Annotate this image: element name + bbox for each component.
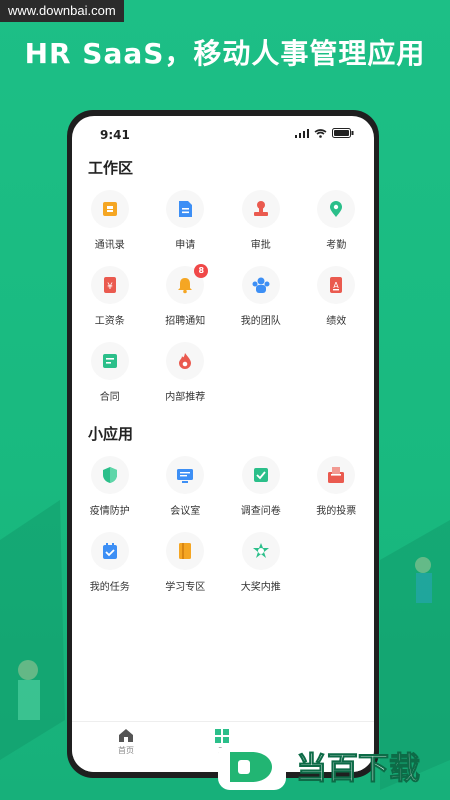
referral-label: 内部推荐 bbox=[165, 392, 206, 403]
vote-icon bbox=[328, 467, 345, 483]
bell-icon bbox=[178, 278, 193, 294]
contract-item[interactable]: 合同 bbox=[72, 336, 148, 412]
my-vote-item[interactable]: 我的投票 bbox=[299, 450, 375, 526]
approval-icon bbox=[253, 201, 268, 216]
my-task-item[interactable]: 我的任务 bbox=[72, 526, 148, 602]
approval-label: 审批 bbox=[250, 240, 271, 251]
tab-home-label: 首页 bbox=[118, 746, 134, 755]
meeting-room-icon bbox=[177, 469, 194, 483]
signal-icon bbox=[295, 128, 309, 138]
contacts-label: 通讯录 bbox=[94, 240, 125, 251]
my-team-label: 我的团队 bbox=[240, 316, 281, 327]
performance-label: 绩效 bbox=[326, 316, 347, 327]
my-vote-label: 我的投票 bbox=[316, 506, 357, 517]
recruit-notice-item[interactable]: 8 招聘通知 bbox=[148, 260, 224, 336]
recruit-badge: 8 bbox=[194, 264, 209, 278]
home-icon bbox=[119, 729, 133, 742]
tab-home[interactable]: 首页 bbox=[96, 728, 156, 756]
study-zone-label: 学习专区 bbox=[165, 582, 206, 593]
study-zone-item[interactable]: 学习专区 bbox=[148, 526, 224, 602]
attendance-icon bbox=[330, 201, 343, 217]
contract-label: 合同 bbox=[99, 392, 120, 403]
attendance-label: 考勤 bbox=[326, 240, 347, 251]
mini-apps-title: 小应用 bbox=[88, 425, 134, 443]
grand-prize-referral-item[interactable]: 大奖内推 bbox=[223, 526, 299, 602]
my-team-item[interactable]: 我的团队 bbox=[223, 260, 299, 336]
svg-text:A: A bbox=[334, 281, 340, 290]
status-icons bbox=[295, 128, 354, 138]
downbai-logo: 当百下载 bbox=[218, 742, 443, 792]
application-item[interactable]: 申请 bbox=[148, 184, 224, 260]
meeting-room-label: 会议室 bbox=[170, 506, 201, 517]
survey-label: 调查问卷 bbox=[240, 506, 281, 517]
task-icon bbox=[102, 543, 117, 559]
performance-item[interactable]: A 绩效 bbox=[299, 260, 375, 336]
shield-icon bbox=[102, 467, 117, 483]
grand-prize-referral-label: 大奖内推 bbox=[240, 582, 281, 593]
logo-badge: 当百下载 bbox=[218, 744, 421, 790]
application-icon bbox=[179, 201, 193, 217]
contacts-icon bbox=[102, 202, 117, 216]
epidemic-protection-item[interactable]: 疫情防护 bbox=[72, 450, 148, 526]
referral-icon bbox=[179, 353, 192, 369]
epidemic-protection-label: 疫情防护 bbox=[89, 506, 130, 517]
application-label: 申请 bbox=[175, 240, 196, 251]
payslip-icon: ¥ bbox=[103, 277, 116, 293]
attendance-item[interactable]: 考勤 bbox=[299, 184, 375, 260]
survey-item[interactable]: 调查问卷 bbox=[223, 450, 299, 526]
mini-apps-grid: 疫情防护 会议室 调查问卷 我的投票 我的任务 学习专区 大奖内推 bbox=[72, 450, 374, 602]
status-time: 9:41 bbox=[100, 128, 130, 142]
prize-icon bbox=[252, 543, 269, 558]
phone-frame: 9:41 工作区 通讯录 申请 审批 考勤 ¥ 工资条 8 招聘通知 我的团队 … bbox=[67, 110, 379, 778]
work-area-title: 工作区 bbox=[88, 159, 134, 177]
contacts-item[interactable]: 通讯录 bbox=[72, 184, 148, 260]
battery-icon bbox=[332, 128, 354, 138]
work-area-grid: 通讯录 申请 审批 考勤 ¥ 工资条 8 招聘通知 我的团队 A 绩效 合同 内… bbox=[72, 184, 374, 412]
performance-icon: A bbox=[330, 277, 343, 293]
wifi-icon bbox=[314, 128, 327, 138]
study-icon bbox=[179, 543, 192, 559]
logo-text: 当百下载 bbox=[296, 751, 420, 787]
contract-icon bbox=[102, 354, 117, 368]
approval-item[interactable]: 审批 bbox=[223, 184, 299, 260]
referral-item[interactable]: 内部推荐 bbox=[148, 336, 224, 412]
phone-screen: 9:41 工作区 通讯录 申请 审批 考勤 ¥ 工资条 8 招聘通知 我的团队 … bbox=[72, 116, 374, 772]
my-task-label: 我的任务 bbox=[89, 582, 130, 593]
recruit-notice-label: 招聘通知 bbox=[165, 316, 206, 327]
svg-text:¥: ¥ bbox=[107, 282, 113, 292]
team-icon bbox=[252, 277, 270, 293]
work-icon bbox=[215, 729, 229, 743]
survey-icon bbox=[253, 468, 268, 482]
payslip-label: 工资条 bbox=[94, 316, 125, 327]
meeting-room-item[interactable]: 会议室 bbox=[148, 450, 224, 526]
status-bar: 9:41 bbox=[72, 116, 374, 150]
payslip-item[interactable]: ¥ 工资条 bbox=[72, 260, 148, 336]
